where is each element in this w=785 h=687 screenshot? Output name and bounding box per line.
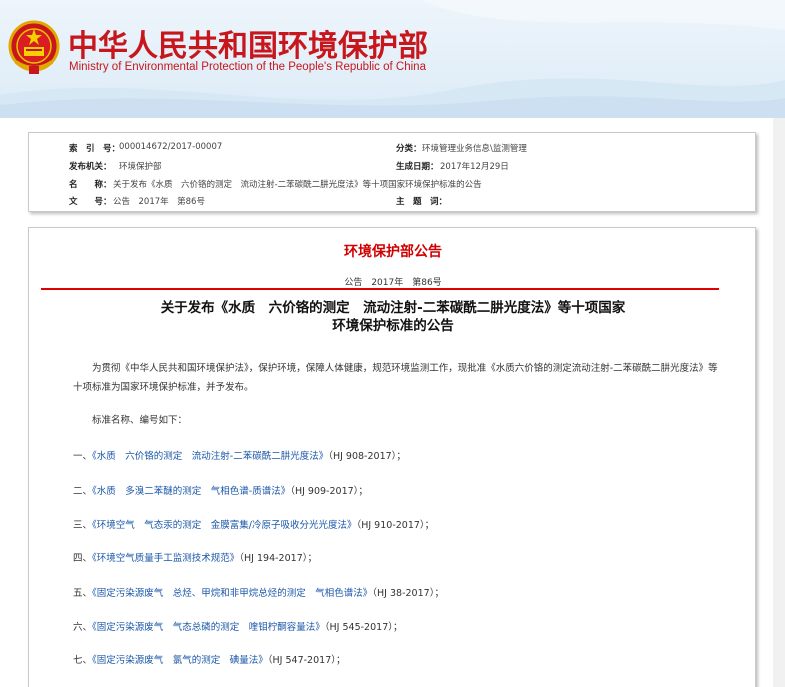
standard-link[interactable]: 《水质 六价铬的测定 流动注射-二苯碳酰二肼光度法》 xyxy=(92,451,328,462)
intro-paragraph: 为贯彻《中华人民共和国环境保护法》，保护环境，保障人体健康，规范环境监测工作，现… xyxy=(73,363,718,393)
date-value: 2017年12月29日 xyxy=(440,162,509,172)
article-title-line1: 关于发布《水质 六价铬的测定 流动注射-二苯碳酰二肼光度法》等十项国家 xyxy=(160,300,626,316)
document-meta-panel: 索 引 号： 000014672/2017-00007 分类： 环境管理业务信息… xyxy=(28,132,756,212)
standard-link[interactable]: 《环境空气质量手工监测技术规范》 xyxy=(92,553,239,564)
list-intro: 标准名称、编号如下： xyxy=(92,415,188,426)
site-title-english[interactable]: Ministry of Environmental Protection of … xyxy=(69,61,426,73)
standard-item: 二、《水质 多溴二苯醚的测定 气相色谱-质谱法》（HJ 909-2017）； xyxy=(73,483,368,497)
article-title: 关于发布《水质 六价铬的测定 流动注射-二苯碳酰二肼光度法》等十项国家 环境保护… xyxy=(29,299,757,335)
docno-label: 文 号： xyxy=(69,197,112,207)
article-panel: 环境保护部公告 公告 2017年 第86号 关于发布《水质 六价铬的测定 流动注… xyxy=(28,227,756,687)
index-value: 000014672/2017-00007 xyxy=(119,142,223,152)
standard-code: （HJ 908-2017）； xyxy=(328,451,406,462)
standard-item: 五、《固定污染源废气 总烃、甲烷和非甲烷总烃的测定 气相色谱法》（HJ 38-2… xyxy=(73,585,444,599)
standard-item: 七、《固定污染源废气 氯气的测定 碘量法》（HJ 547-2017）； xyxy=(73,652,345,666)
standard-code: （HJ 547-2017）； xyxy=(267,655,346,666)
standard-number: 一、 xyxy=(73,451,93,462)
standard-link[interactable]: 《固定污染源废气 氯气的测定 碘量法》 xyxy=(92,655,268,666)
standard-item: 三、《环境空气 气态汞的测定 金膜富集/冷原子吸收分光光度法》（HJ 910-2… xyxy=(73,517,434,531)
standard-item: 六、《固定污染源废气 气态总磷的测定 喹钼柠酮容量法》（HJ 545-2017）… xyxy=(73,619,402,633)
name-label: 名 称： xyxy=(69,180,112,190)
announcement-heading: 环境保护部公告 xyxy=(344,244,442,260)
issuer-label: 发布机关： xyxy=(69,162,112,172)
standard-link[interactable]: 《固定污染源废气 总烃、甲烷和非甲烷总烃的测定 气相色谱法》 xyxy=(92,588,372,599)
standard-item: 四、《环境空气质量手工监测技术规范》（HJ 194-2017）； xyxy=(73,550,317,564)
date-label: 生成日期： xyxy=(396,162,439,172)
standard-code: （HJ 909-2017）； xyxy=(290,486,368,497)
national-emblem-icon[interactable] xyxy=(6,18,62,78)
name-value: 关于发布《水质 六价铬的测定 流动注射-二苯碳酰二肼光度法》等十项国家环境保护标… xyxy=(113,180,482,190)
standard-link[interactable]: 《水质 多溴二苯醚的测定 气相色谱-质谱法》 xyxy=(92,486,290,497)
article-title-line2: 环境保护标准的公告 xyxy=(332,318,454,334)
standard-number: 四、 xyxy=(73,553,93,564)
standard-number: 二、 xyxy=(73,486,93,497)
standard-code: （HJ 545-2017）； xyxy=(324,622,403,633)
subject-label: 主 题 词： xyxy=(396,197,448,207)
standard-number: 三、 xyxy=(73,520,93,531)
standard-number: 五、 xyxy=(73,588,93,599)
standard-code: （HJ 38-2017）； xyxy=(372,588,444,599)
standard-number: 六、 xyxy=(73,622,93,633)
category-label: 分类： xyxy=(396,144,422,154)
standard-number: 七、 xyxy=(73,655,93,666)
header-banner: 中华人民共和国环境保护部 Ministry of Environmental P… xyxy=(0,0,785,118)
site-title[interactable]: 中华人民共和国环境保护部 xyxy=(68,21,428,65)
standard-link[interactable]: 《环境空气 气态汞的测定 金膜富集/冷原子吸收分光光度法》 xyxy=(92,520,356,531)
index-label: 索 引 号： xyxy=(69,144,121,154)
page-scrollbar[interactable] xyxy=(773,118,785,687)
announcement-number: 公告 2017年 第86号 xyxy=(344,278,442,288)
docno-value: 公告 2017年 第86号 xyxy=(113,197,205,207)
category-value: 环境管理业务信息\监测管理 xyxy=(422,144,527,154)
standard-code: （HJ 194-2017）； xyxy=(239,553,317,564)
standard-item: 一、《水质 六价铬的测定 流动注射-二苯碳酰二肼光度法》（HJ 908-2017… xyxy=(73,448,406,462)
standard-link[interactable]: 《固定污染源废气 气态总磷的测定 喹钼柠酮容量法》 xyxy=(92,622,325,633)
standard-code: （HJ 910-2017）； xyxy=(356,520,435,531)
red-divider xyxy=(41,288,719,290)
issuer-value: 环境保护部 xyxy=(119,162,162,172)
